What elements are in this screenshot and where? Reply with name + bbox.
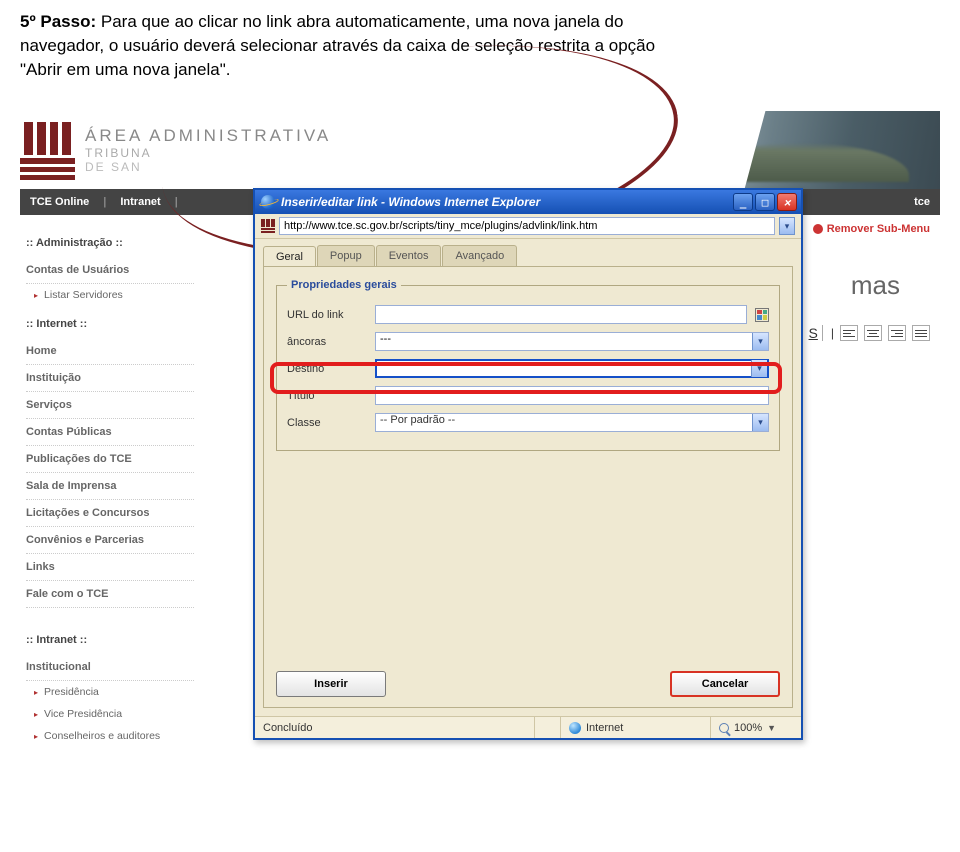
status-done: Concluído (255, 717, 535, 738)
minimize-button[interactable]: _ (733, 193, 753, 211)
sidebar-item-fale[interactable]: Fale com o TCE (26, 581, 194, 608)
label-url: URL do link (287, 309, 367, 321)
logo-icon (20, 120, 75, 180)
dialog-titlebar[interactable]: Inserir/editar link - Windows Internet E… (255, 190, 801, 214)
ie-icon (261, 195, 275, 209)
row-url: URL do link (287, 305, 769, 324)
link-dialog: Inserir/editar link - Windows Internet E… (253, 188, 803, 740)
sidebar-section-internet: :: Internet :: (26, 318, 194, 330)
sidebar-sub-presidencia[interactable]: Presidência (26, 681, 194, 703)
sidebar-sub-conselheiros[interactable]: Conselheiros e auditores (26, 725, 194, 747)
align-right-icon[interactable] (888, 325, 906, 341)
nav-item-tceonline[interactable]: TCE Online (30, 196, 89, 208)
align-center-icon[interactable] (864, 325, 882, 341)
sidebar-sub-listar-servidores[interactable]: Listar Servidores (26, 284, 194, 306)
titulo-input[interactable] (376, 387, 768, 404)
zoom-icon (719, 723, 729, 733)
close-button[interactable]: ✕ (777, 193, 797, 211)
row-destino: Destino Abrir em uma nova janela (_blank… (287, 359, 769, 378)
step-label: 5º Passo: (20, 12, 96, 31)
editor-toolbar-fragment: S | (809, 325, 930, 341)
instruction-line1: Para que ao clicar no link abra automati… (96, 12, 623, 31)
status-bar: Concluído Internet 100% ▼ (255, 716, 801, 738)
brand-sub2: DE SAN (85, 160, 331, 174)
label-classe: Classe (287, 417, 367, 429)
url-input[interactable] (376, 306, 746, 323)
insert-button[interactable]: Inserir (276, 671, 386, 697)
tab-popup[interactable]: Popup (317, 245, 375, 266)
globe-icon (569, 722, 581, 734)
tab-avancado[interactable]: Avançado (442, 245, 517, 266)
status-zone: Internet (561, 717, 711, 738)
sidebar-item-convenios[interactable]: Convênios e Parcerias (26, 527, 194, 554)
sidebar-sub-vice[interactable]: Vice Presidência (26, 703, 194, 725)
row-classe: Classe -- Por padrão -- ▾ (287, 413, 769, 432)
nav-separator: | (175, 196, 178, 208)
tab-panel: Propriedades gerais URL do link âncoras … (263, 266, 793, 708)
sidebar: :: Administração :: Contas de Usuários L… (20, 215, 200, 757)
address-input[interactable] (279, 217, 775, 235)
row-titulo: Título (287, 386, 769, 405)
sidebar-item-imprensa[interactable]: Sala de Imprensa (26, 473, 194, 500)
instruction-text: 5º Passo: Para que ao clicar no link abr… (0, 0, 960, 111)
page-header: ÁREA ADMINISTRATIVA TRIBUNA DE SAN (20, 111, 940, 189)
sidebar-item-home[interactable]: Home (26, 338, 194, 365)
maximize-button[interactable]: □ (755, 193, 775, 211)
truncated-heading: mas (851, 270, 900, 301)
destino-select[interactable]: Abrir em uma nova janela (_blank) ▾ (375, 359, 769, 378)
url-field[interactable] (375, 305, 747, 324)
brand-text: ÁREA ADMINISTRATIVA TRIBUNA DE SAN (85, 126, 331, 174)
nav-item-right[interactable]: tce (914, 196, 930, 208)
classe-select[interactable]: -- Por padrão -- ▾ (375, 413, 769, 432)
label-destino: Destino (287, 363, 367, 375)
classe-value: -- Por padrão -- (376, 414, 752, 431)
brand-sub1: TRIBUNA (85, 146, 331, 160)
sidebar-item-publicacoes[interactable]: Publicações do TCE (26, 446, 194, 473)
chevron-down-icon: ▼ (767, 723, 776, 733)
align-left-icon[interactable] (840, 325, 858, 341)
sidebar-item-contas-publicas[interactable]: Contas Públicas (26, 419, 194, 446)
nav-item-intranet[interactable]: Intranet (120, 196, 160, 208)
status-empty (535, 717, 561, 738)
header-photo (630, 111, 940, 189)
dialog-title: Inserir/editar link - Windows Internet E… (281, 195, 540, 209)
destino-value: Abrir em uma nova janela (_blank) (377, 361, 751, 376)
dialog-tabs: Geral Popup Eventos Avançado (263, 245, 793, 266)
sidebar-item-institucional[interactable]: Institucional (26, 654, 194, 681)
sidebar-item-instituicao[interactable]: Instituição (26, 365, 194, 392)
anchors-value: --- (376, 333, 752, 350)
tab-eventos[interactable]: Eventos (376, 245, 442, 266)
cancel-button[interactable]: Cancelar (670, 671, 780, 697)
sidebar-item-servicos[interactable]: Serviços (26, 392, 194, 419)
chevron-down-icon[interactable]: ▾ (751, 360, 767, 377)
chevron-down-icon[interactable]: ▾ (752, 414, 768, 431)
fieldset-general: Propriedades gerais URL do link âncoras … (276, 279, 780, 451)
remove-submenu-link[interactable]: Remover Sub-Menu (813, 223, 930, 235)
anchors-select[interactable]: --- ▾ (375, 332, 769, 351)
sidebar-item-licitacoes[interactable]: Licitações e Concursos (26, 500, 194, 527)
address-bar: ▾ (255, 214, 801, 239)
sidebar-section-intranet: :: Intranet :: (26, 634, 194, 646)
sidebar-item-links[interactable]: Links (26, 554, 194, 581)
instruction-line2: navegador, o usuário deverá selecionar a… (20, 36, 655, 55)
browse-icon[interactable] (755, 308, 769, 322)
sidebar-section-admin: :: Administração :: (26, 237, 194, 249)
toolbar-underline-icon[interactable]: S (809, 325, 823, 341)
instruction-line3: "Abrir em uma nova janela". (20, 60, 231, 79)
sidebar-item-contas-usuarios[interactable]: Contas de Usuários (26, 257, 194, 284)
tab-geral[interactable]: Geral (263, 246, 316, 267)
address-dropdown-button[interactable]: ▾ (779, 217, 795, 235)
favicon-icon (261, 219, 275, 233)
brand-area: ÁREA ADMINISTRATIVA (85, 126, 331, 146)
chevron-down-icon[interactable]: ▾ (752, 333, 768, 350)
fieldset-legend: Propriedades gerais (287, 279, 401, 291)
nav-separator: | (103, 196, 106, 208)
align-justify-icon[interactable] (912, 325, 930, 341)
status-zoom[interactable]: 100% ▼ (711, 717, 801, 738)
titulo-field[interactable] (375, 386, 769, 405)
toolbar-sep: | (831, 326, 834, 340)
row-anchors: âncoras --- ▾ (287, 332, 769, 351)
label-anchors: âncoras (287, 336, 367, 348)
label-titulo: Título (287, 390, 367, 402)
